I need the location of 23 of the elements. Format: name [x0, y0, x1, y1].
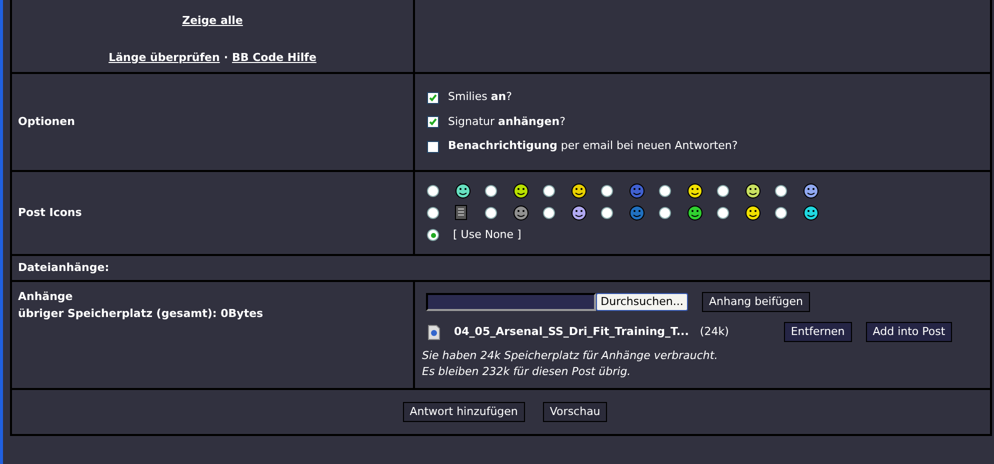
browse-button[interactable]: Durchsuchen...: [596, 293, 688, 311]
submit-reply-button[interactable]: Antwort hinzufügen: [402, 402, 525, 422]
storage-info: übriger Speicherplatz (gesamt): 0Bytes: [18, 306, 264, 322]
bbcode-help-link[interactable]: BB Code Hilfe: [232, 50, 316, 66]
option-label: Benachrichtigung per email bei neuen Antworten?: [448, 138, 738, 154]
remove-button[interactable]: Entfernen: [784, 322, 852, 342]
post-icons-label: Post Icons: [18, 204, 82, 221]
use-none-label: [ Use None ]: [453, 226, 522, 243]
separator-dot: ·: [224, 50, 228, 66]
file-size: (24k): [700, 324, 729, 340]
attachments-label: Anhänge: [18, 289, 74, 305]
check-length-link[interactable]: Länge überprüfen: [108, 50, 220, 66]
option-label: Signatur anhängen?: [448, 114, 566, 130]
option-label: Smilies an?: [448, 89, 512, 106]
quota-note: Sie haben 24k Speicherplatz für Anhänge verbraucht.: [422, 348, 719, 364]
show-all-link[interactable]: Zeige alle: [182, 13, 243, 30]
attachments-heading: Dateianhänge:: [18, 260, 110, 276]
quota-note: Es bleiben 232k für diesen Post übrig.: [422, 364, 632, 380]
file-name: 04_05_Arsenal_SS_Dri_Fit_Training_T...: [454, 324, 689, 340]
add-into-post-button[interactable]: Add into Post: [866, 322, 952, 342]
add-attachment-button[interactable]: Anhang beifügen: [702, 292, 810, 312]
preview-button[interactable]: Vorschau: [542, 402, 608, 422]
options-label: Optionen: [18, 114, 75, 130]
